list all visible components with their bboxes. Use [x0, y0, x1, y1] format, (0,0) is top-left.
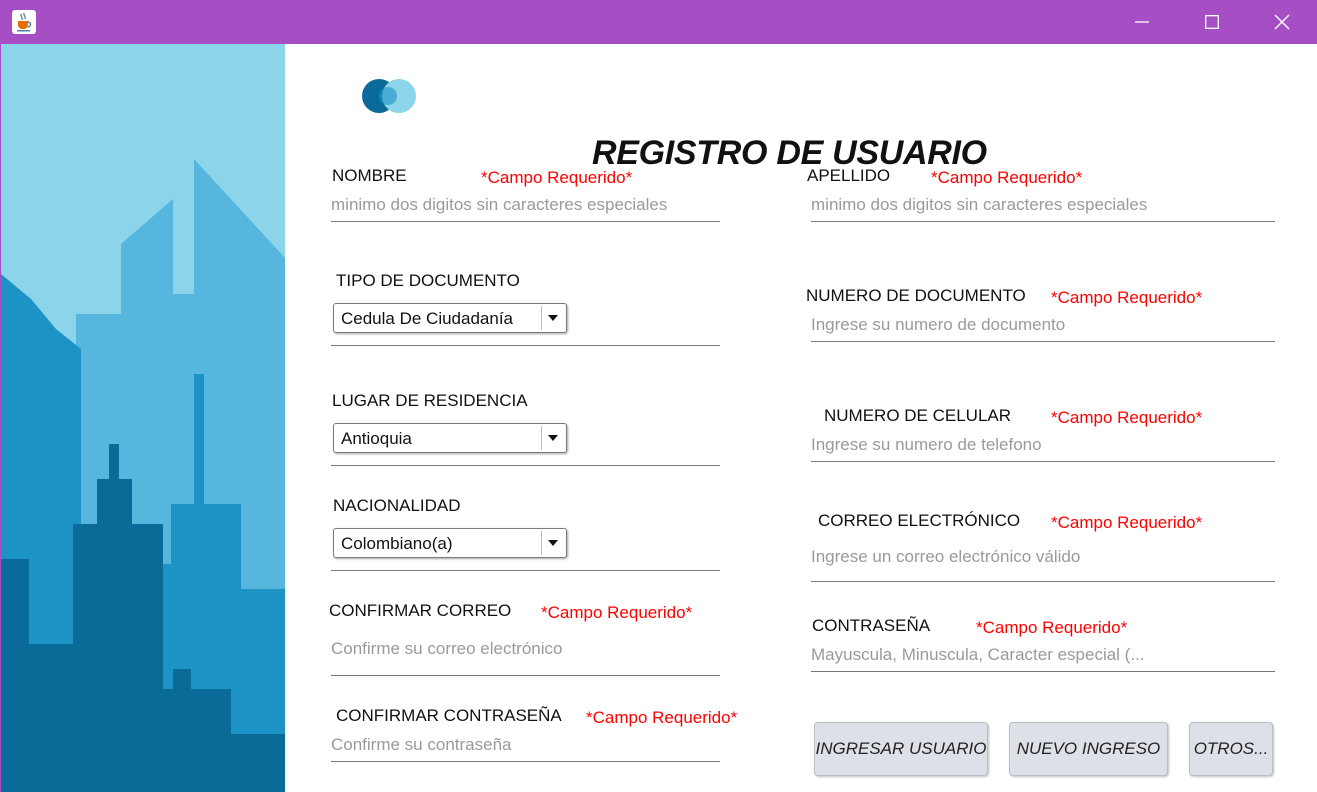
maximize-button[interactable]: [1177, 0, 1247, 44]
nacionalidad-underline: [331, 570, 720, 571]
ingresar-usuario-button[interactable]: INGRESAR USUARIO: [814, 722, 988, 776]
close-icon: [1274, 14, 1290, 30]
nombre-label: NOMBRE: [332, 166, 407, 185]
overlapping-circles-logo: [361, 76, 421, 116]
minimize-icon: [1135, 21, 1149, 23]
tipo-documento-select[interactable]: Cedula De Ciudadanía: [333, 303, 567, 333]
chevron-down-icon: [541, 531, 564, 555]
lugar-residencia-underline: [331, 465, 720, 466]
confirmar-correo-label: CONFIRMAR CORREO: [329, 601, 512, 620]
close-button[interactable]: [1247, 0, 1317, 44]
lugar-residencia-label: LUGAR DE RESIDENCIA: [332, 391, 528, 410]
numero-celular-required: *Campo Requerido*: [1051, 408, 1203, 427]
nombre-required: *Campo Requerido*: [481, 168, 633, 187]
correo-required: *Campo Requerido*: [1051, 513, 1203, 532]
minimize-button[interactable]: [1107, 0, 1177, 44]
window-titlebar: [0, 0, 1317, 44]
numero-documento-label: NUMERO DE DOCUMENTO: [806, 286, 1026, 305]
numero-documento-input[interactable]: [811, 308, 1275, 342]
city-skyline-illustration: [0, 44, 285, 792]
tipo-documento-value: Cedula De Ciudadanía: [341, 309, 514, 328]
lugar-residencia-value: Antioquia: [341, 429, 412, 448]
tipo-documento-underline: [331, 345, 720, 346]
nombre-input[interactable]: [331, 188, 720, 222]
maximize-icon: [1205, 15, 1219, 29]
confirmar-contrasena-input[interactable]: [331, 728, 720, 762]
confirmar-contrasena-label: CONFIRMAR CONTRASEÑA: [336, 706, 562, 725]
nacionalidad-select[interactable]: Colombiano(a): [333, 528, 567, 558]
confirmar-correo-required: *Campo Requerido*: [541, 603, 693, 622]
apellido-input[interactable]: [811, 188, 1275, 222]
nacionalidad-label: NACIONALIDAD: [333, 496, 461, 515]
java-cup-icon: [12, 10, 36, 34]
lugar-residencia-select[interactable]: Antioquia: [333, 423, 567, 453]
contrasena-input[interactable]: [811, 638, 1275, 672]
confirmar-correo-input[interactable]: [331, 623, 720, 676]
confirmar-contrasena-required: *Campo Requerido*: [586, 708, 738, 727]
page-title: REGISTRO DE USUARIO: [592, 134, 987, 172]
chevron-down-icon: [541, 306, 564, 330]
numero-documento-required: *Campo Requerido*: [1051, 288, 1203, 307]
correo-label: CORREO ELECTRÓNICO: [818, 511, 1021, 530]
numero-celular-input[interactable]: [811, 428, 1275, 462]
contrasena-required: *Campo Requerido*: [976, 618, 1128, 637]
tipo-documento-label: TIPO DE DOCUMENTO: [336, 271, 520, 290]
apellido-required: *Campo Requerido*: [931, 168, 1083, 187]
contrasena-label: CONTRASEÑA: [812, 616, 931, 635]
nuevo-ingreso-button[interactable]: NUEVO INGRESO: [1009, 722, 1168, 776]
correo-input[interactable]: [811, 533, 1275, 582]
nacionalidad-value: Colombiano(a): [341, 534, 453, 553]
registration-form: REGISTRO DE USUARIO NOMBRE *Campo Requer…: [285, 44, 1317, 792]
apellido-label: APELLIDO: [807, 166, 891, 185]
otros-button[interactable]: OTROS...: [1189, 722, 1273, 776]
numero-celular-label: NUMERO DE CELULAR: [824, 406, 1012, 425]
chevron-down-icon: [541, 426, 564, 450]
